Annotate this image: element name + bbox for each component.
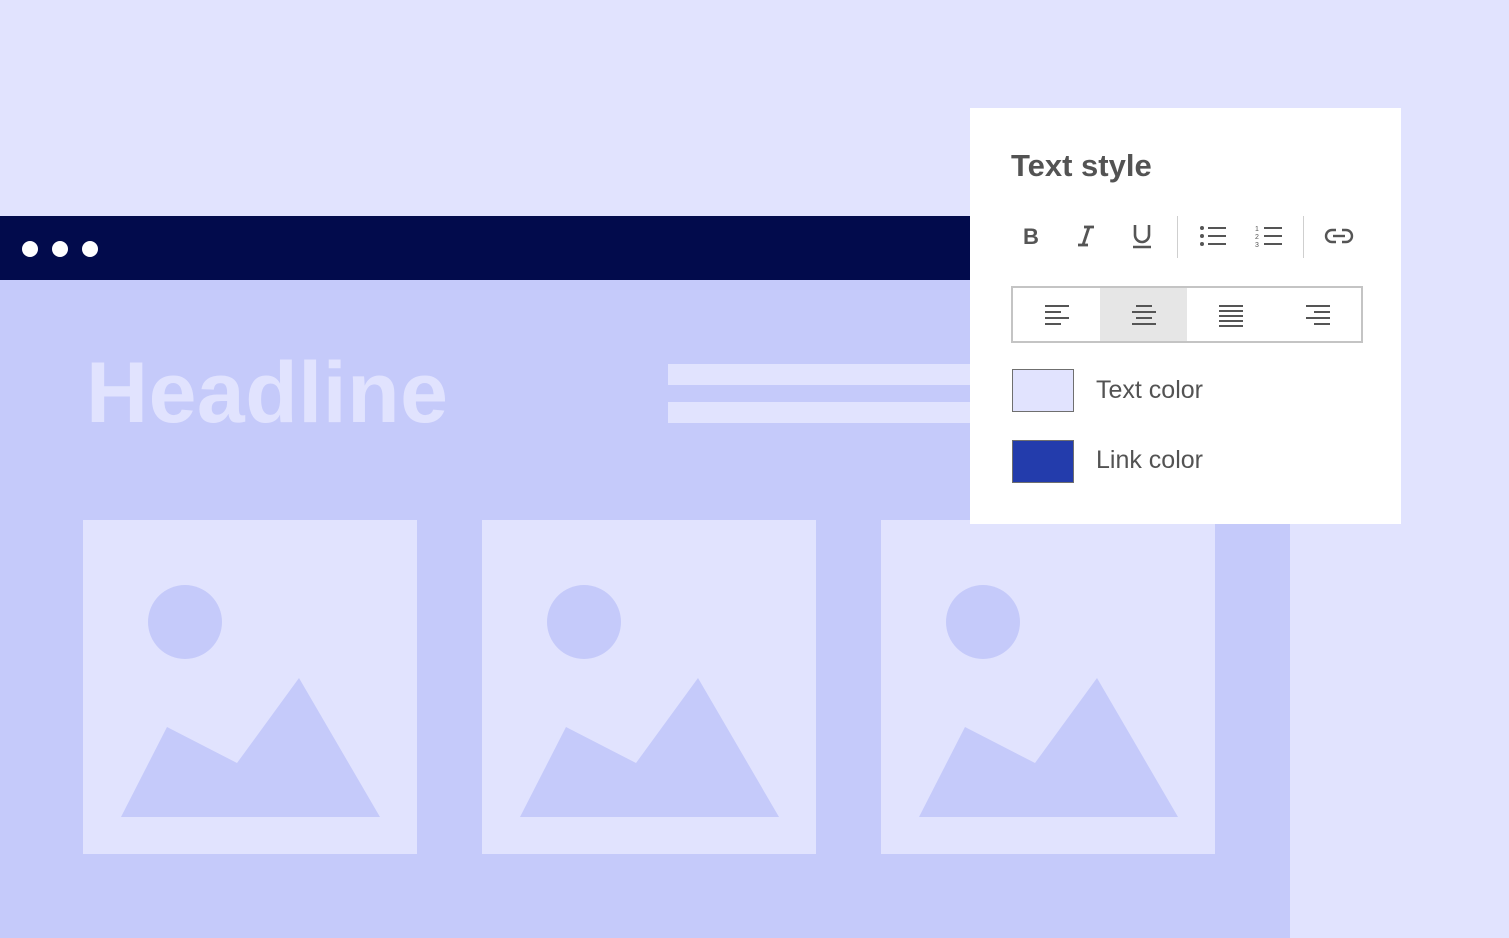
align-center-icon [1131, 304, 1156, 325]
align-center-button[interactable] [1100, 288, 1187, 341]
image-placeholder-icon [919, 585, 1178, 817]
toolbar-divider [1177, 216, 1178, 258]
underline-button[interactable] [1124, 218, 1160, 254]
svg-text:2: 2 [1255, 234, 1259, 241]
text-color-label: Text color [1096, 376, 1203, 404]
align-justify-icon [1218, 304, 1243, 327]
align-left-icon [1044, 304, 1069, 325]
svg-text:3: 3 [1255, 242, 1259, 248]
svg-text:B: B [1023, 224, 1039, 248]
align-left-button[interactable] [1013, 288, 1100, 341]
link-button[interactable] [1321, 218, 1357, 254]
panel-title: Text style [1011, 148, 1152, 183]
bold-icon: B [1023, 224, 1039, 248]
numbered-list-icon: 1 2 3 [1255, 226, 1282, 248]
page-headline: Headline [86, 345, 449, 441]
link-icon [1324, 228, 1354, 244]
alignment-selector [1011, 286, 1363, 343]
image-placeholder-card [482, 520, 816, 854]
align-right-icon [1305, 304, 1330, 325]
italic-button[interactable] [1068, 218, 1104, 254]
window-dot-icon [82, 241, 98, 257]
text-style-panel: Text style B 1 2 3 Text color Link color [970, 108, 1401, 524]
window-dot-icon [22, 241, 38, 257]
numbered-list-button[interactable]: 1 2 3 [1251, 218, 1287, 254]
align-justify-button[interactable] [1187, 288, 1274, 341]
image-placeholder-icon [520, 585, 779, 817]
image-placeholder-card [83, 520, 417, 854]
window-dot-icon [52, 241, 68, 257]
italic-icon [1078, 225, 1094, 247]
text-placeholder-line [668, 402, 998, 423]
bulleted-list-button[interactable] [1195, 218, 1231, 254]
toolbar-divider [1303, 216, 1304, 258]
underline-icon [1133, 225, 1151, 249]
bold-button[interactable]: B [1012, 218, 1048, 254]
svg-text:1: 1 [1255, 226, 1259, 233]
image-placeholder-card [881, 520, 1215, 854]
link-color-swatch[interactable] [1012, 440, 1074, 483]
align-right-button[interactable] [1274, 288, 1361, 341]
image-placeholder-icon [121, 585, 380, 817]
text-placeholder-line [668, 364, 998, 385]
text-color-swatch[interactable] [1012, 369, 1074, 412]
link-color-label: Link color [1096, 446, 1203, 474]
bulleted-list-icon [1200, 226, 1226, 246]
